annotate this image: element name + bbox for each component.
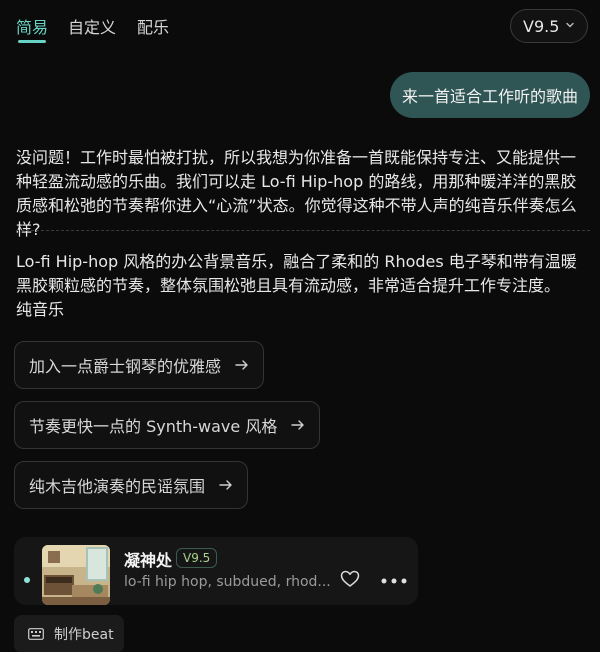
version-label: V9.5 — [523, 16, 560, 36]
chevron-down-icon — [566, 22, 574, 28]
arrow-right-icon — [219, 480, 232, 490]
genre-note: 纯音乐 — [16, 300, 65, 319]
suggestion-label: 节奏更快一点的 Synth-wave 风格 — [29, 417, 278, 436]
active-tab-indicator — [18, 40, 46, 43]
song-tags: lo-fi hip hop, subdued, rhod... — [124, 574, 331, 590]
version-selector[interactable]: V9.5 — [510, 9, 588, 43]
keyboard-icon — [28, 628, 44, 640]
suggestion-chip-synthwave[interactable]: 节奏更快一点的 Synth-wave 风格 — [14, 401, 321, 449]
suggestion-chip-acoustic[interactable]: 纯木吉他演奏的民谣氛围 — [14, 461, 249, 509]
user-message-text: 来一首适合工作听的歌曲 — [401, 87, 578, 106]
make-beat-button[interactable]: 制作beat — [14, 615, 124, 652]
suggestion-chip-jazz[interactable]: 加入一点爵士钢琴的优雅感 — [14, 341, 265, 389]
playing-indicator-dot — [24, 577, 30, 583]
heart-icon[interactable] — [340, 570, 360, 588]
song-title: 凝神处 — [124, 551, 173, 570]
dashed-divider — [16, 230, 590, 231]
suggestion-label: 加入一点爵士钢琴的优雅感 — [29, 357, 222, 376]
song-cover-image[interactable] — [42, 545, 110, 605]
more-dots-icon[interactable] — [380, 578, 408, 584]
song-version-badge: V9.5 — [176, 548, 218, 568]
make-beat-label: 制作beat — [54, 627, 114, 643]
assistant-reply: 没问题！工作时最怕被打扰，所以我想为你准备一首既能保持专注、又能提供一种轻盈流动… — [16, 148, 577, 239]
arrow-right-icon — [235, 360, 248, 370]
style-description: Lo-fi Hip-hop 风格的办公背景音乐，融合了柔和的 Rhodes 电子… — [16, 252, 577, 295]
tab-soundtrack[interactable]: 配乐 — [137, 14, 169, 38]
arrow-right-icon — [291, 420, 305, 430]
top-bar: 简易 自定义 配乐 V9.5 — [0, 0, 600, 52]
tab-custom[interactable]: 自定义 — [68, 14, 116, 38]
user-message-bubble: 来一首适合工作听的歌曲 — [390, 72, 590, 118]
tab-simple[interactable]: 简易 — [16, 14, 48, 38]
song-card[interactable]: 凝神处 V9.5 lo-fi hip hop, subdued, rhod... — [14, 537, 418, 605]
suggestion-label: 纯木吉他演奏的民谣氛围 — [29, 477, 206, 496]
